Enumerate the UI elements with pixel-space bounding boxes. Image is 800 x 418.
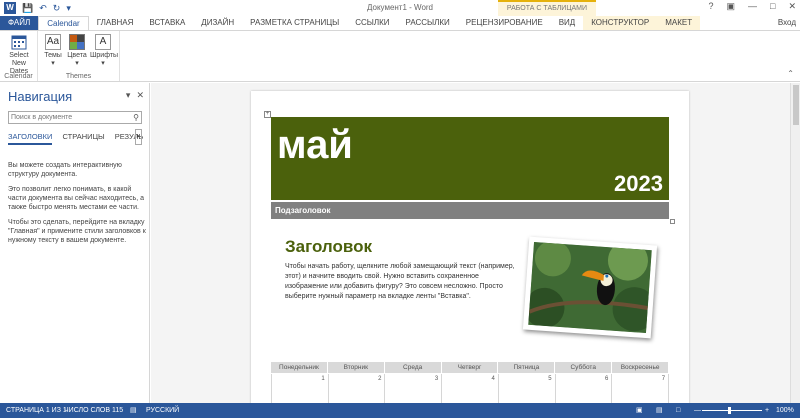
weekday-header: Суббота xyxy=(555,362,613,373)
tab-file[interactable]: ФАЙЛ xyxy=(0,16,39,30)
navigation-pane: Навигация ▾ ✕ Поиск в документе ⚲ ЗАГОЛО… xyxy=(0,83,150,403)
calendar-icon xyxy=(11,34,27,50)
nav-tab-headings[interactable]: ЗАГОЛОВКИ xyxy=(8,132,53,145)
ribbon-group-calendar: Select New Dates Calendar xyxy=(0,31,38,81)
tab-insert[interactable]: ВСТАВКА xyxy=(141,16,193,30)
select-new-dates-button[interactable]: Select New Dates xyxy=(2,34,36,76)
read-mode-icon[interactable]: ▣ xyxy=(636,403,643,418)
weekday-header: Воскресенье xyxy=(612,362,670,373)
maximize-icon[interactable]: □ xyxy=(770,1,775,12)
nav-options-icon[interactable]: ▾ xyxy=(126,90,131,101)
toucan-photo[interactable] xyxy=(522,236,658,339)
themes-dropdown-icon: ▾ xyxy=(51,60,55,67)
web-layout-icon[interactable]: □ xyxy=(676,403,680,418)
month-title[interactable]: май xyxy=(277,123,353,168)
word-count-status[interactable]: ЧИСЛО СЛОВ 115 xyxy=(64,403,123,418)
nav-help-text: Вы можете создать интерактивную структур… xyxy=(8,161,146,251)
nav-help-paragraph: Вы можете создать интерактивную структур… xyxy=(8,162,122,178)
ribbon-tabs: ФАЙЛ Calendar ГЛАВНАЯ ВСТАВКА ДИЗАЙН РАЗ… xyxy=(0,16,800,30)
vertical-scrollbar[interactable] xyxy=(790,83,800,403)
tab-mailings[interactable]: РАССЫЛКИ xyxy=(398,16,458,30)
document-title: Документ1 - Word xyxy=(366,3,433,12)
title-bar: W 💾 ↶ ↻ ▾ Документ1 - Word РАБОТА С ТАБЛ… xyxy=(0,0,800,16)
window-controls: ? ▣ — □ ✕ xyxy=(708,1,796,12)
status-bar: СТРАНИЦА 1 ИЗ 1 ЧИСЛО СЛОВ 115 ▤ РУССКИЙ… xyxy=(0,403,800,418)
tab-references[interactable]: ССЫЛКИ xyxy=(347,16,397,30)
zoom-slider-knob[interactable] xyxy=(728,407,731,414)
fonts-button[interactable]: A Шрифты ▾ xyxy=(90,34,119,68)
language-status[interactable]: РУССКИЙ xyxy=(146,403,179,418)
page-count-status[interactable]: СТРАНИЦА 1 ИЗ 1 xyxy=(6,403,67,418)
help-icon[interactable]: ? xyxy=(708,1,713,12)
tab-table-design[interactable]: КОНСТРУКТОР xyxy=(583,16,658,30)
colors-button[interactable]: Цвета ▾ xyxy=(66,34,88,68)
tab-home[interactable]: ГЛАВНАЯ xyxy=(89,16,142,30)
tab-calendar[interactable]: Calendar xyxy=(38,16,89,30)
nav-close-icon[interactable]: ✕ xyxy=(136,90,144,101)
nav-search-placeholder: Поиск в документе xyxy=(11,114,73,121)
themes-button[interactable]: Aa Темы ▾ xyxy=(42,34,64,68)
document-area[interactable]: + май 2023 Подзаголовок Заголовок Чтобы … xyxy=(151,83,800,414)
themes-icon: Aa xyxy=(45,34,61,50)
month-banner[interactable]: май 2023 xyxy=(271,117,669,200)
zoom-slider[interactable] xyxy=(702,410,762,411)
year-title[interactable]: 2023 xyxy=(614,171,663,197)
collapse-ribbon-icon[interactable]: ⌃ xyxy=(787,69,794,78)
close-icon[interactable]: ✕ xyxy=(788,1,796,12)
zoom-level[interactable]: 100% xyxy=(776,403,794,418)
ribbon-display-options-icon[interactable]: ▣ xyxy=(727,1,736,12)
document-page[interactable]: + май 2023 Подзаголовок Заголовок Чтобы … xyxy=(251,91,689,414)
weekday-header: Четверг xyxy=(442,362,499,373)
colors-dropdown-icon: ▾ xyxy=(75,60,79,67)
nav-tabs-more-icon[interactable]: ▸ xyxy=(135,129,142,145)
subtitle-bar[interactable]: Подзаголовок xyxy=(271,202,669,219)
fonts-label: Шрифты xyxy=(90,52,119,59)
search-icon[interactable]: ⚲ xyxy=(133,112,139,123)
nav-tabs: ЗАГОЛОВКИ СТРАНИЦЫ РЕЗУЛЬ xyxy=(8,132,143,145)
nav-search-input[interactable]: Поиск в документе ⚲ xyxy=(8,111,142,124)
nav-pane-controls: ▾ ✕ xyxy=(126,90,144,101)
colors-icon xyxy=(69,34,85,50)
print-layout-icon[interactable]: ▤ xyxy=(656,403,663,418)
weekday-header: Вторник xyxy=(328,362,385,373)
scrollbar-thumb[interactable] xyxy=(793,85,799,125)
themes-group-label: Themes xyxy=(65,73,92,80)
navigation-title: Навигация xyxy=(8,89,73,104)
colors-label: Цвета xyxy=(67,52,87,59)
select-dates-label-1: Select xyxy=(9,52,29,59)
weekday-header: Среда xyxy=(385,362,442,373)
nav-help-paragraph: Чтобы это сделать, перейдите на вкладку … xyxy=(8,219,146,244)
themes-label: Темы xyxy=(44,52,62,59)
ribbon-group-themes: Aa Темы ▾ Цвета ▾ A Шрифты ▾ Themes xyxy=(38,31,120,81)
fonts-icon: A xyxy=(95,34,111,50)
ribbon: Select New Dates Calendar Aa Темы ▾ Цвет… xyxy=(0,30,800,82)
nav-tab-pages[interactable]: СТРАНИЦЫ xyxy=(62,132,104,145)
tab-view[interactable]: ВИД xyxy=(551,16,584,30)
document-heading[interactable]: Заголовок xyxy=(285,237,372,257)
tab-review[interactable]: РЕЦЕНЗИРОВАНИЕ xyxy=(458,16,551,30)
minimize-icon[interactable]: — xyxy=(748,1,757,12)
tab-table-layout[interactable]: МАКЕТ xyxy=(657,16,701,30)
table-move-handle[interactable]: + xyxy=(264,111,271,118)
calendar-group-label: Calendar xyxy=(4,73,33,80)
table-resize-handle[interactable] xyxy=(670,219,675,224)
tab-page-layout[interactable]: РАЗМЕТКА СТРАНИЦЫ xyxy=(242,16,347,30)
calendar-header-row: Понедельник Вторник Среда Четверг Пятниц… xyxy=(271,362,670,373)
document-body-text[interactable]: Чтобы начать работу, щелкните любой заме… xyxy=(285,262,515,302)
zoom-in-icon[interactable]: + xyxy=(765,403,769,418)
proofing-icon[interactable]: ▤ xyxy=(130,403,137,418)
tab-design[interactable]: ДИЗАЙН xyxy=(193,16,242,30)
weekday-header: Понедельник xyxy=(271,362,328,373)
nav-help-paragraph: Это позволит легко понимать, в какой час… xyxy=(8,186,145,211)
table-tools-banner: РАБОТА С ТАБЛИЦАМИ xyxy=(498,0,596,16)
photo-image xyxy=(528,241,652,334)
weekday-header: Пятница xyxy=(498,362,556,373)
zoom-out-icon[interactable]: — xyxy=(694,403,701,418)
sign-in-link[interactable]: Вход xyxy=(778,18,796,27)
fonts-dropdown-icon: ▾ xyxy=(101,60,105,67)
